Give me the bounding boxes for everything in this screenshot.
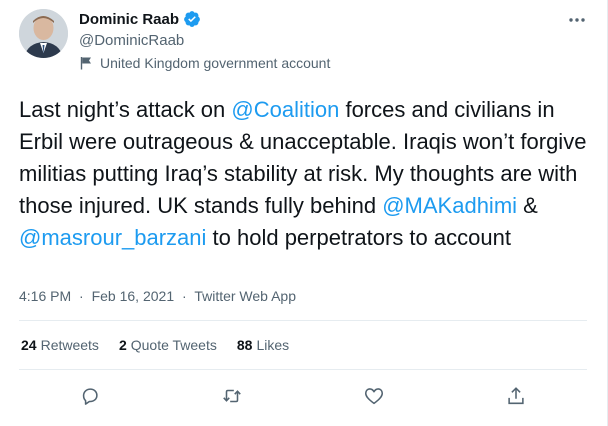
tweet-actions: [0, 378, 608, 414]
divider: [19, 320, 587, 321]
government-account-text: United Kingdom government account: [100, 55, 331, 71]
more-icon[interactable]: [567, 10, 587, 30]
tweet-text-part: &: [517, 193, 538, 218]
tweet-metadata: 4:16 PM · Feb 16, 2021 · Twitter Web App: [19, 288, 300, 304]
government-account-label: United Kingdom government account: [79, 55, 330, 71]
retweets-count: 24: [21, 337, 37, 353]
avatar[interactable]: [19, 9, 68, 58]
tweet-time[interactable]: 4:16 PM: [19, 288, 71, 304]
quote-tweets-stat[interactable]: 2 Quote Tweets: [119, 337, 217, 353]
tweet-text-part: Last night’s attack on: [19, 97, 232, 122]
like-icon[interactable]: [363, 385, 385, 407]
flag-icon: [79, 56, 93, 70]
likes-count: 88: [236, 337, 253, 353]
separator-dot: ·: [182, 288, 187, 304]
tweet-date[interactable]: Feb 16, 2021: [92, 288, 175, 304]
likes-stat[interactable]: 88 Likes: [237, 337, 289, 353]
likes-label: Likes: [256, 337, 290, 353]
tweet-card: Dominic Raab @DominicRaab United Kingdom…: [0, 0, 608, 426]
tweet-client[interactable]: Twitter Web App: [194, 288, 296, 304]
quote-tweets-label: Quote Tweets: [130, 337, 217, 353]
tweet-text: Last night’s attack on @Coalition forces…: [19, 94, 591, 254]
quote-tweets-count: 2: [118, 337, 127, 353]
verified-badge-icon: [183, 10, 201, 28]
display-name[interactable]: Dominic Raab: [79, 11, 179, 28]
author-handle[interactable]: @DominicRaab: [79, 32, 184, 49]
mention-link[interactable]: @masrour_barzani: [19, 225, 206, 250]
name-row: Dominic Raab: [79, 10, 201, 28]
reply-icon[interactable]: [79, 385, 101, 407]
tweet-stats: 24 Retweets 2 Quote Tweets 88 Likes: [21, 337, 309, 353]
retweets-label: Retweets: [40, 337, 99, 353]
retweet-icon[interactable]: [221, 385, 243, 407]
separator-dot: ·: [79, 288, 84, 304]
share-icon[interactable]: [505, 385, 527, 407]
mention-link[interactable]: @MAKadhimi: [382, 193, 517, 218]
divider: [19, 369, 587, 370]
retweets-stat[interactable]: 24 Retweets: [21, 337, 99, 353]
tweet-text-part: to hold perpetrators to account: [206, 225, 511, 250]
mention-link[interactable]: @Coalition: [231, 97, 339, 122]
